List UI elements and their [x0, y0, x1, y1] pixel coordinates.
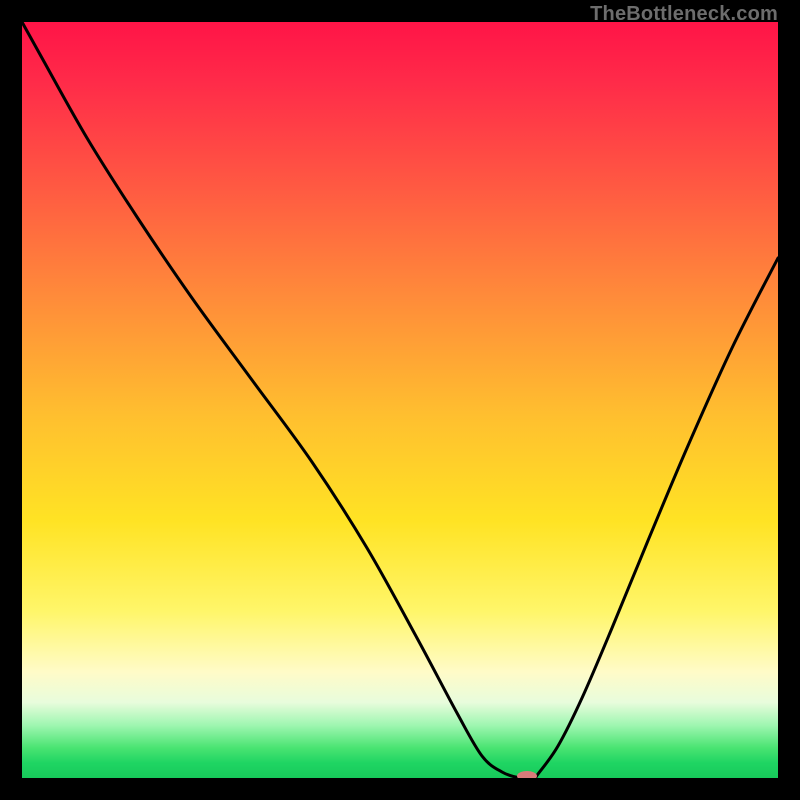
plot-area [22, 22, 778, 778]
optimal-marker [517, 771, 537, 778]
bottleneck-curve [22, 22, 778, 778]
chart-svg [22, 22, 778, 778]
chart-container: TheBottleneck.com [0, 0, 800, 800]
